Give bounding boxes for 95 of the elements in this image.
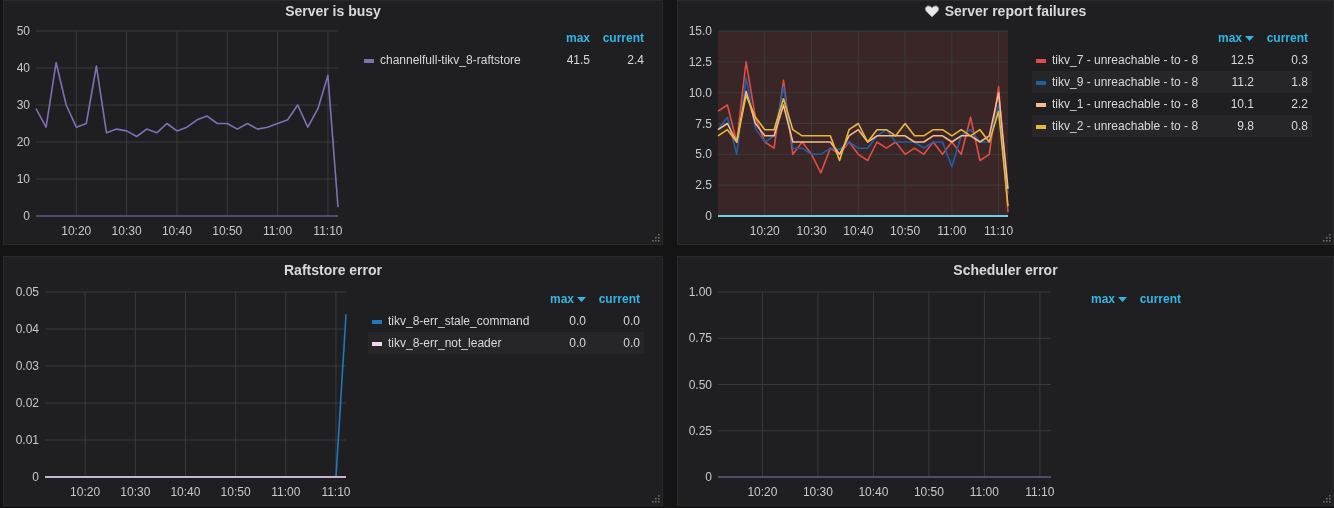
legend-value: 1.8 bbox=[1291, 74, 1308, 91]
legend-value: 2.4 bbox=[627, 52, 644, 69]
legend-value: 11.2 bbox=[1231, 74, 1254, 91]
axis-label: 0 bbox=[32, 470, 39, 484]
axis-label: 0 bbox=[23, 209, 30, 223]
axis-label: 11:10 bbox=[984, 224, 1014, 238]
panel-title: Raftstore error bbox=[284, 260, 382, 279]
axis-label: 0.75 bbox=[688, 331, 712, 346]
panel-title: Server is busy bbox=[285, 2, 381, 20]
axis-label: 11:10 bbox=[321, 485, 351, 499]
legend-value: 0.0 bbox=[623, 313, 640, 330]
sort-caret-icon[interactable] bbox=[577, 297, 586, 303]
sort-caret-icon[interactable] bbox=[1245, 36, 1254, 42]
axis-label: 10:30 bbox=[802, 485, 833, 499]
axis-label: 0.03 bbox=[15, 359, 39, 373]
axis-label: 10:30 bbox=[111, 224, 142, 238]
axis-label: 10 bbox=[16, 172, 30, 186]
axis-label: 40 bbox=[16, 61, 30, 75]
axis-label: 0.01 bbox=[15, 433, 39, 447]
axis-label: 0.04 bbox=[15, 322, 39, 336]
legend-row[interactable]: tikv_2 - unreachable - to - 8 9.8 0.8 bbox=[1032, 115, 1312, 137]
legend-row[interactable]: tikv_8-err_stale_command 0.0 0.0 bbox=[368, 310, 644, 332]
legend-value: 41.5 bbox=[566, 52, 590, 69]
legend-column-header[interactable]: max bbox=[549, 290, 586, 308]
resize-handle-icon[interactable] bbox=[1322, 494, 1331, 503]
legend-value: 0.0 bbox=[569, 335, 586, 352]
axis-label: 12.5 bbox=[688, 54, 712, 69]
axis-label: 10:40 bbox=[170, 485, 201, 499]
series-name: tikv_1 - unreachable - to - 8 bbox=[1052, 97, 1199, 111]
axis-label: 15.0 bbox=[688, 24, 712, 38]
axis-label: 0.50 bbox=[688, 377, 712, 392]
legend-value: 0.3 bbox=[1291, 52, 1308, 69]
axis-label: 10:40 bbox=[858, 485, 889, 499]
legend-value: 9.8 bbox=[1237, 118, 1254, 135]
legend-column-header[interactable]: current bbox=[1266, 29, 1308, 47]
series-name: tikv_2 - unreachable - to - 8 bbox=[1052, 119, 1199, 133]
legend-value: 0.0 bbox=[623, 335, 640, 352]
axis-label: 11:00 bbox=[271, 485, 301, 499]
axis-label: 11:00 bbox=[937, 224, 967, 238]
axis-label: 0 bbox=[705, 470, 712, 484]
axis-label: 0.05 bbox=[15, 285, 39, 299]
resize-handle-icon[interactable] bbox=[651, 233, 660, 242]
axis-label: 50 bbox=[16, 24, 30, 38]
axis-label: 10:50 bbox=[913, 485, 944, 499]
axis-label: 10:20 bbox=[61, 224, 92, 238]
axis-label: 30 bbox=[16, 98, 30, 112]
axis-label: 1.00 bbox=[688, 285, 712, 299]
series-name: tikv_7 - unreachable - to - 8 bbox=[1052, 53, 1199, 67]
axis-label: 0.25 bbox=[688, 423, 712, 438]
legend-row[interactable]: channelfull-tikv_8-raftstore 41.5 2.4 bbox=[360, 49, 648, 71]
series-name: tikv_8-err_stale_command bbox=[388, 314, 530, 328]
axis-label: 10:20 bbox=[747, 485, 778, 499]
legend-value: 10.1 bbox=[1230, 96, 1254, 113]
resize-handle-icon[interactable] bbox=[1322, 233, 1331, 242]
legend-value: 0.0 bbox=[569, 313, 586, 330]
axis-label: 10:50 bbox=[890, 224, 921, 238]
legend-column-header[interactable]: max bbox=[565, 29, 590, 47]
panel-title: Server report failures bbox=[944, 2, 1087, 20]
axis-label: 7.5 bbox=[695, 116, 712, 131]
axis-label: 20 bbox=[16, 135, 30, 149]
series-name: channelfull-tikv_8-raftstore bbox=[380, 53, 521, 67]
axis-label: 10:40 bbox=[843, 224, 874, 238]
axis-label: 10:50 bbox=[212, 224, 243, 238]
panel-title: Scheduler error bbox=[953, 260, 1058, 279]
axis-label: 10:30 bbox=[120, 485, 151, 499]
axis-label: 10:20 bbox=[749, 224, 780, 238]
axis-label: 5.0 bbox=[695, 147, 712, 162]
legend-value: 0.8 bbox=[1291, 118, 1308, 135]
axis-label: 2.5 bbox=[695, 178, 712, 193]
legend-row[interactable]: tikv_7 - unreachable - to - 8 12.5 0.3 bbox=[1032, 49, 1312, 71]
sort-caret-icon[interactable] bbox=[1118, 297, 1127, 303]
axis-label: 11:00 bbox=[969, 485, 999, 499]
legend-column-header[interactable]: max bbox=[1217, 29, 1254, 47]
axis-label: 11:00 bbox=[263, 224, 293, 238]
axis-label: 10:40 bbox=[161, 224, 192, 238]
axis-label: 11:10 bbox=[1025, 485, 1055, 499]
legend-row[interactable]: tikv_9 - unreachable - to - 8 11.2 1.8 bbox=[1032, 71, 1312, 93]
axis-label: 10:20 bbox=[70, 485, 101, 499]
legend-value: 12.5 bbox=[1230, 52, 1254, 69]
axis-label: 0 bbox=[705, 209, 712, 223]
series-name: tikv_9 - unreachable - to - 8 bbox=[1052, 75, 1199, 89]
axis-label: 10:30 bbox=[796, 224, 827, 238]
legend-row[interactable]: tikv_1 - unreachable - to - 8 10.1 2.2 bbox=[1032, 93, 1312, 115]
legend-column-header[interactable]: current bbox=[1139, 290, 1181, 308]
axis-label: 0.02 bbox=[15, 396, 39, 410]
legend-column-header[interactable]: max bbox=[1090, 290, 1127, 308]
legend-value: 2.2 bbox=[1291, 96, 1308, 113]
legend-row[interactable]: tikv_8-err_not_leader 0.0 0.0 bbox=[368, 332, 644, 354]
resize-handle-icon[interactable] bbox=[651, 494, 660, 503]
legend-column-header[interactable]: current bbox=[598, 290, 640, 308]
axis-label: 10:50 bbox=[220, 485, 251, 499]
axis-label: 10.0 bbox=[688, 85, 712, 100]
series-name: tikv_8-err_not_leader bbox=[388, 336, 502, 350]
axis-label: 11:10 bbox=[313, 224, 343, 238]
legend-column-header[interactable]: current bbox=[602, 29, 644, 47]
